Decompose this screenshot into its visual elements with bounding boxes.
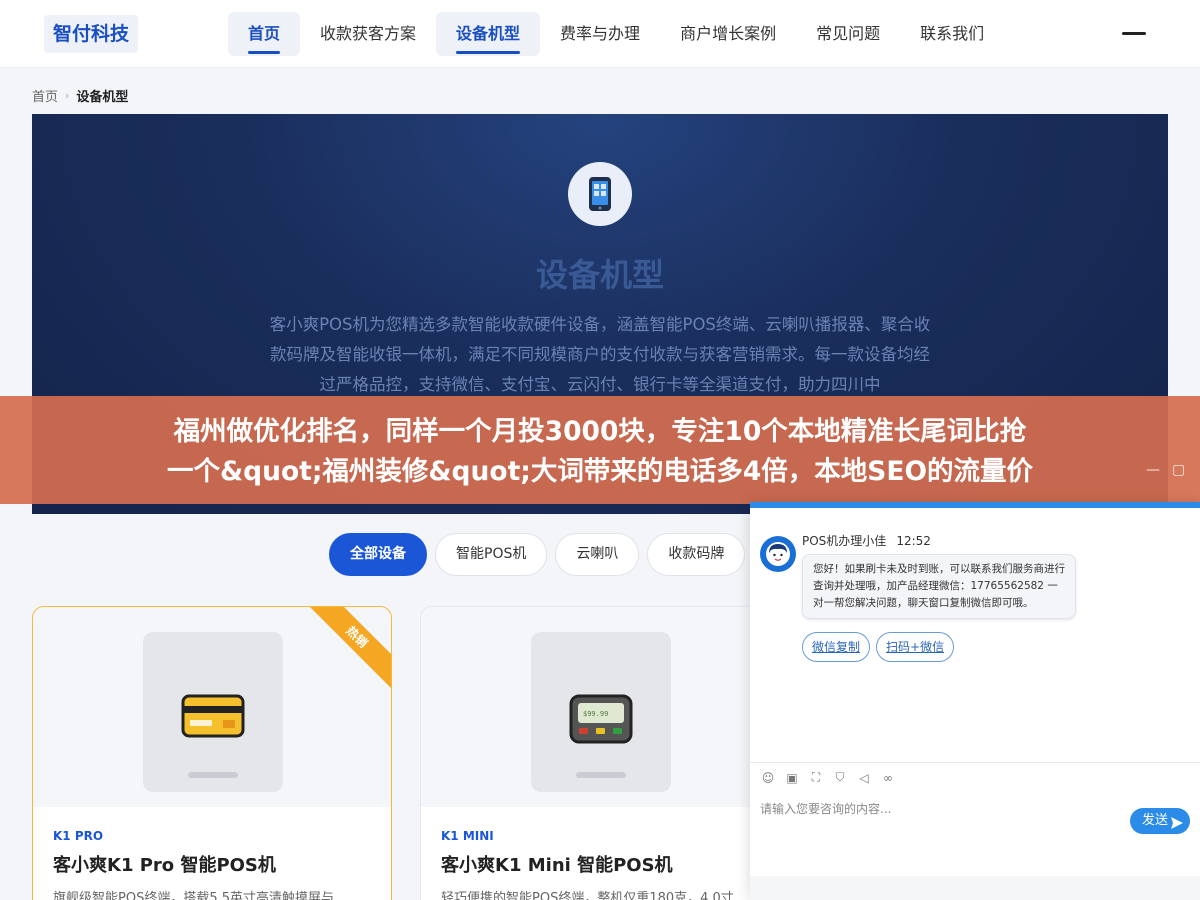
pos-device-icon: $99.99 — [569, 694, 633, 748]
chat-message: 您好！如果刷卡未及时到账，可以联系我们服务商进行查询并处理哦，加产品经理微信：1… — [802, 554, 1076, 619]
chevron-right-icon: › — [65, 89, 70, 102]
menu-icon[interactable] — [1122, 32, 1146, 35]
device-base — [576, 772, 626, 778]
send-label: 发送 — [1142, 813, 1169, 828]
breadcrumb-current: 设备机型 — [76, 90, 129, 105]
banner-line-1: 福州做优化排名，同样一个月投3000块，专注10个本地精准长尾词比抢 — [173, 416, 1027, 447]
agent-avatar-icon — [760, 536, 796, 572]
nav-rates[interactable]: 费率与办理 — [540, 12, 660, 56]
top-header: 智付科技 首页 收款获客方案 设备机型 费率与办理 商户增长案例 常见问题 联系… — [0, 0, 1200, 68]
svg-text:$99.99: $99.99 — [583, 710, 608, 718]
hot-badge: 热销 — [299, 607, 391, 695]
send-icon — [1170, 814, 1184, 840]
phone-icon — [568, 162, 632, 226]
product-image: $99.99 — [421, 607, 779, 807]
minimize-icon[interactable]: — — [1146, 462, 1160, 478]
shield-icon[interactable]: ⛉ — [832, 770, 848, 786]
product-desc: 轻巧便携的智能POS终端，整机仅重180克，4.0寸 — [441, 891, 734, 900]
banner-line-2: 一个&quot;福州装修&quot;大词带来的电话多4倍，本地SEO的流量价 — [167, 456, 1033, 487]
page-title: 设备机型 — [535, 256, 664, 294]
message-time: 12:52 — [896, 534, 931, 548]
chat-input[interactable]: 请输入您要咨询的内容... — [760, 800, 891, 817]
product-image: 热销 — [33, 607, 391, 807]
chat-footer — [750, 876, 1200, 900]
filter-all[interactable]: 全部设备 — [329, 533, 427, 576]
chat-widget: POS机办理小佳 12:52 您好！如果刷卡未及时到账，可以联系我们服务商进行查询… — [750, 502, 1200, 900]
product-box: $99.99 — [531, 632, 671, 792]
card-icon — [181, 694, 245, 742]
chat-actions: 微信复制 扫码+微信 — [802, 632, 955, 662]
sender-name: POS机办理小佳 — [802, 534, 887, 548]
product-card[interactable]: 热销 K1 PRO 客小爽K1 Pro 智能POS机 旗舰级智能POS终端，搭载… — [32, 606, 392, 900]
screenshot-icon[interactable]: ⛶ — [808, 770, 824, 786]
product-name[interactable]: 客小爽K1 Mini 智能POS机 — [441, 851, 673, 877]
product-code: K1 PRO — [53, 829, 104, 843]
promo-banner[interactable]: 福州做优化排名，同样一个月投3000块，专注10个本地精准长尾词比抢 一个&qu… — [0, 396, 1200, 504]
send-button[interactable]: 发送 — [1130, 808, 1190, 834]
filter-speaker[interactable]: 云喇叭 — [555, 533, 640, 576]
breadcrumb: 首页 › 设备机型 — [32, 86, 128, 105]
hero-description: 客小爽POS机为您精选多款智能收款硬件设备，涵盖智能POS终端、云喇叭播报器、聚… — [269, 315, 931, 394]
device-base — [188, 772, 238, 778]
nav-cases[interactable]: 商户增长案例 — [660, 12, 796, 56]
nav-home[interactable]: 首页 — [228, 12, 301, 56]
chat-sender: POS机办理小佳 12:52 — [802, 532, 931, 549]
chat-topbar — [750, 502, 1200, 508]
product-card[interactable]: $99.99 K1 MINI 客小爽K1 Mini 智能POS机 轻巧便携的智能… — [420, 606, 780, 900]
product-desc: 旗舰级智能POS终端，搭载5.5英寸高清触摸屏与 — [53, 891, 334, 900]
device-filter-bar: 全部设备 智能POS机 云喇叭 收款码牌 — [329, 533, 746, 576]
product-code: K1 MINI — [441, 829, 494, 843]
nav-devices[interactable]: 设备机型 — [436, 12, 541, 56]
filter-pos[interactable]: 智能POS机 — [435, 533, 548, 576]
product-box — [143, 632, 283, 792]
emoji-icon[interactable]: ☺ — [760, 770, 776, 786]
scan-wechat-button[interactable]: 扫码+微信 — [876, 632, 955, 662]
nav-faq[interactable]: 常见问题 — [796, 12, 900, 56]
brand-logo[interactable]: 智付科技 — [44, 15, 138, 53]
maximize-icon[interactable]: ▢ — [1172, 462, 1185, 478]
main-nav: 首页 收款获客方案 设备机型 费率与办理 商户增长案例 常见问题 联系我们 — [228, 12, 1004, 56]
copy-wechat-button[interactable]: 微信复制 — [802, 632, 871, 662]
image-icon[interactable]: ▣ — [784, 770, 800, 786]
product-name[interactable]: 客小爽K1 Pro 智能POS机 — [53, 851, 276, 877]
chat-toolbar: ☺ ▣ ⛶ ⛉ ◁ ∞ — [750, 762, 1200, 792]
nav-solutions[interactable]: 收款获客方案 — [300, 12, 436, 56]
link-icon[interactable]: ∞ — [880, 770, 896, 786]
nav-contact[interactable]: 联系我们 — [900, 12, 1004, 56]
filter-qrcode[interactable]: 收款码牌 — [647, 533, 746, 576]
breadcrumb-home[interactable]: 首页 — [32, 86, 58, 105]
voice-icon[interactable]: ◁ — [856, 770, 872, 786]
